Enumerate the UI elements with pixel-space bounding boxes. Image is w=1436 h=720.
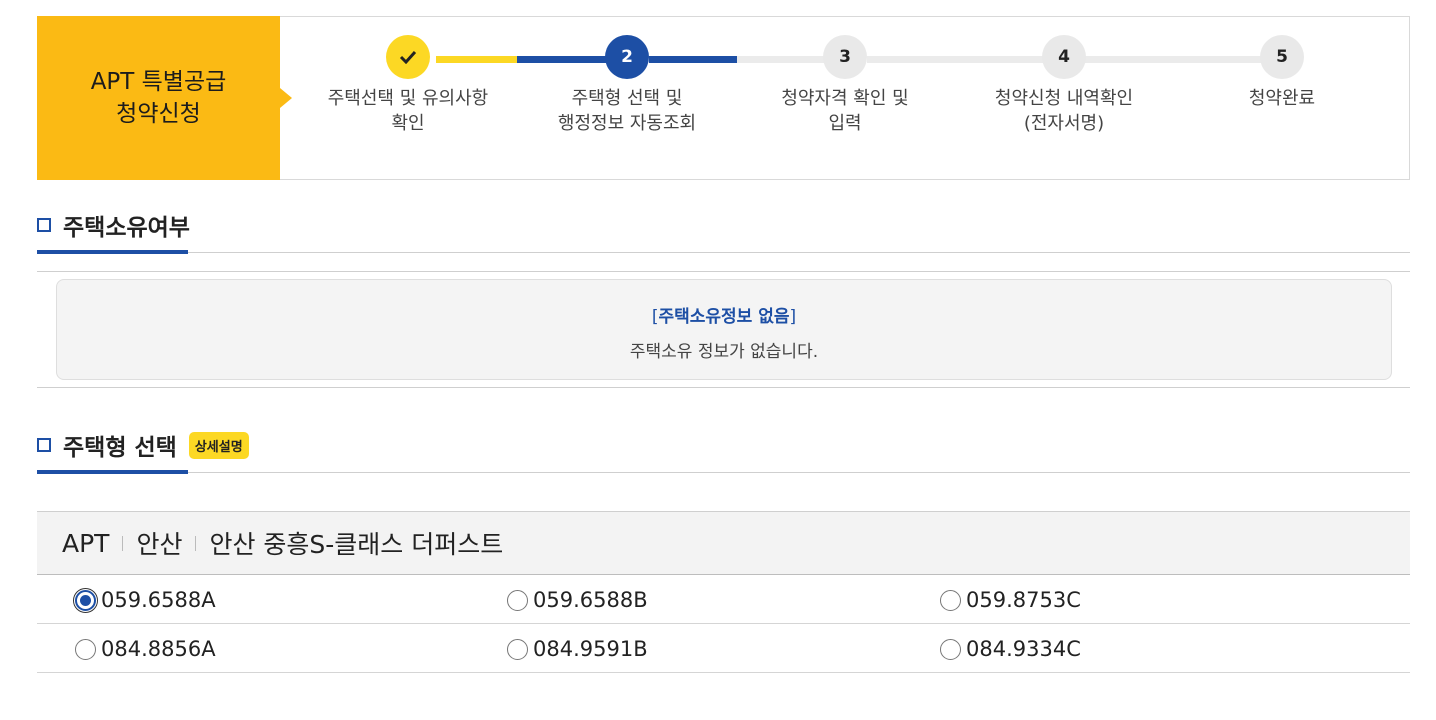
step-1-circle [386,35,430,79]
housing-option[interactable]: 084.9334C [940,625,1081,673]
step-4-number: 4 [1058,47,1070,67]
housing-option-label: 084.9334C [966,637,1081,661]
ownership-section-header: 주택소유여부 [37,208,190,242]
ownership-info-box: [주택소유정보 없음] 주택소유 정보가 없습니다. [56,279,1392,380]
section-underline [37,250,188,254]
housing-type-section-header: 주택형 선택 상세설명 [37,428,249,462]
housing-option[interactable]: 059.8753C [940,576,1081,624]
step-2-label: 주택형 선택 및 행정정보 자동조회 [517,86,737,136]
radio-button[interactable] [507,638,528,660]
radio-button[interactable] [940,589,961,611]
section-square-icon [37,438,51,452]
housing-option[interactable]: 059.6588B [507,576,648,624]
application-title-line2: 청약신청 [116,101,201,127]
detail-description-button[interactable]: 상세설명 [188,431,249,459]
divider [37,387,1410,388]
application-title-line1: APT 특별공급 [90,69,227,95]
step-2-label-line2: 행정정보 자동조회 [557,113,697,134]
step-3-label-line2: 입력 [828,113,862,134]
ownership-info-title-text: 주택소유정보 없음 [658,307,790,327]
housing-option-label: 059.8753C [966,588,1081,612]
step-1-label-line1: 주택선택 및 유의사항 [327,88,489,109]
housing-option[interactable]: 084.8856A [75,625,216,673]
check-icon [399,50,417,64]
radio-button[interactable] [75,638,96,660]
section-square-icon [37,218,51,232]
step-track-active-left [517,56,607,63]
radio-button[interactable] [507,589,528,611]
breadcrumb-region: 안산 [136,530,183,559]
breadcrumb-complex: 안산 중흥S-클래스 더퍼스트 [209,530,504,559]
step-3-number: 3 [839,47,851,67]
ownership-info-text: 주택소유 정보가 없습니다. [629,342,819,362]
step-5-circle: 5 [1260,35,1304,79]
housing-option-row: 084.8856A 084.9591B 084.9334C [37,625,1410,673]
step-2-number: 2 [621,47,633,67]
breadcrumb-separator [122,535,124,551]
step-track-done [436,56,517,63]
housing-option-label: 059.6588B [533,588,648,612]
radio-button-selected[interactable] [73,587,98,613]
housing-option[interactable]: 084.9591B [507,625,648,673]
housing-breadcrumb: APT 안산 안산 중흥S-클래스 더퍼스트 [37,511,1410,575]
divider [37,472,1410,473]
step-track-pending-1 [737,56,837,63]
step-4-label-line2: (전자서명) [1023,113,1105,134]
housing-option[interactable]: 059.6588A [73,576,216,624]
step-track-active-right [649,56,737,63]
step-4-label: 청약신청 내역확인 (전자서명) [954,86,1174,136]
breadcrumb-separator [195,535,197,551]
application-step-bar: APT 특별공급 청약신청 2 3 4 5 주택선택 및 유의사항 확인 주택형… [37,16,1410,180]
divider [37,271,1410,272]
step-1-label-line2: 확인 [391,113,425,134]
breadcrumb-type: APT [62,528,110,558]
divider [37,252,1410,253]
radio-button[interactable] [940,638,961,660]
step-2-circle: 2 [605,35,649,79]
step-1-label: 주택선택 및 유의사항 확인 [298,86,518,136]
ownership-info-title: [주택소유정보 없음] [57,302,1391,327]
section-underline [37,470,188,474]
step-track-pending-2 [867,56,1057,63]
step-2-label-line1: 주택형 선택 및 [571,88,683,109]
step-5-label-line1: 청약완료 [1248,88,1316,109]
housing-option-label: 084.9591B [533,637,648,661]
ownership-section-title: 주택소유여부 [63,215,190,241]
application-title-box: APT 특별공급 청약신청 [37,16,292,180]
step-track-pending-3 [1085,56,1275,63]
bracket-close: ] [789,307,797,327]
step-5-label: 청약완료 [1172,86,1392,111]
step-4-label-line1: 청약신청 내역확인 [994,88,1134,109]
step-3-label-line1: 청약자격 확인 및 [781,88,909,109]
housing-type-section-title: 주택형 선택 [63,435,177,461]
step-4-circle: 4 [1042,35,1086,79]
housing-option-label: 059.6588A [101,588,216,612]
step-5-number: 5 [1276,47,1288,67]
step-3-label: 청약자격 확인 및 입력 [735,86,955,136]
housing-option-label: 084.8856A [101,637,216,661]
housing-option-row: 059.6588A 059.6588B 059.8753C [37,576,1410,624]
step-3-circle: 3 [823,35,867,79]
